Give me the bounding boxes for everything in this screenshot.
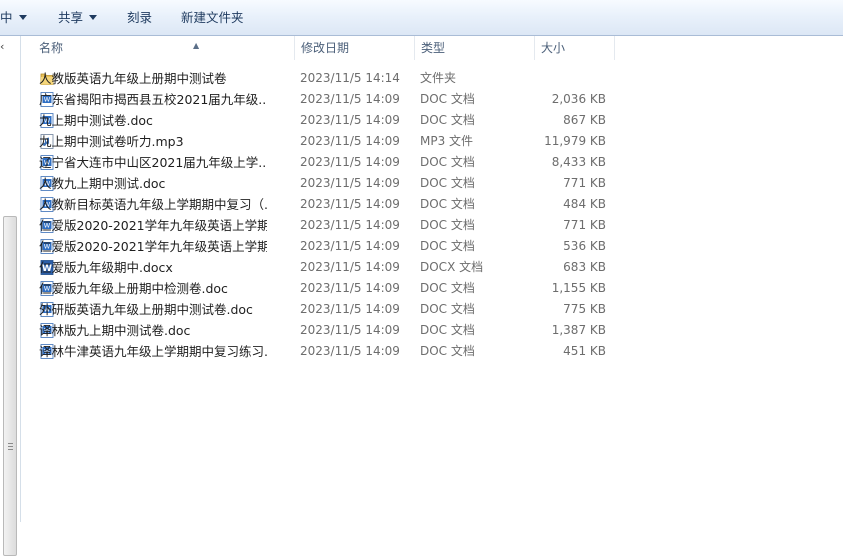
file-row[interactable]: W 译林牛津英语九年级上学期期中复习练习... 2023/11/5 14:09 DOC… <box>21 341 843 362</box>
sort-ascending-icon: ▲ <box>193 41 200 50</box>
file-name: 人教版英语九年级上册期中测试卷 <box>39 71 227 86</box>
file-type: DOC 文档 <box>420 197 475 211</box>
file-modified-date: 2023/11/5 14:09 <box>300 92 400 106</box>
file-size: 775 KB <box>563 302 606 316</box>
file-name: 仁爱版2020-2021学年九年级英语上学期... <box>39 218 267 233</box>
file-row[interactable]: W 外研版英语九年级上册期中测试卷.doc 2023/11/5 14:09 DOC 文… <box>21 299 843 320</box>
file-type: MP3 文件 <box>420 134 474 148</box>
file-type: DOC 文档 <box>420 281 475 295</box>
share-menu-label: 共享 <box>58 10 84 25</box>
file-row[interactable]: W 译林版九上期中测试卷.doc 2023/11/5 14:09 DOC 文档 1,38… <box>21 320 843 341</box>
file-size: 683 KB <box>563 260 606 274</box>
file-name: 广东省揭阳市揭西县五校2021届九年级... <box>39 92 267 107</box>
grip-line <box>8 446 13 447</box>
column-header-size-label: 大小 <box>541 41 566 55</box>
file-modified-date: 2023/11/5 14:09 <box>300 260 400 274</box>
file-modified-date: 2023/11/5 14:09 <box>300 134 400 148</box>
file-type: DOC 文档 <box>420 218 475 232</box>
column-header-type[interactable]: 类型 <box>415 36 535 60</box>
file-type: DOC 文档 <box>420 113 475 127</box>
file-name: 仁爱版2020-2021学年九年级英语上学期... <box>39 239 267 254</box>
column-header-name-label: 名称 <box>39 41 64 55</box>
file-type: DOC 文档 <box>420 92 475 106</box>
file-row[interactable]: W 仁爱版九年级期中.docx 2023/11/5 14:09 DOCX 文档 683 … <box>21 257 843 278</box>
file-size: 867 KB <box>563 113 606 127</box>
file-name: 辽宁省大连市中山区2021届九年级上学... <box>39 155 267 170</box>
grip-line <box>8 443 13 444</box>
column-header-size[interactable]: 大小 <box>535 36 615 60</box>
file-type: DOC 文档 <box>420 239 475 253</box>
file-modified-date: 2023/11/5 14:14 <box>300 71 400 85</box>
file-row[interactable]: W 人教新目标英语九年级上学期期中复习（... 2023/11/5 14:09 DOC… <box>21 194 843 215</box>
file-modified-date: 2023/11/5 14:09 <box>300 176 400 190</box>
file-name: 人教新目标英语九年级上学期期中复习（... <box>39 197 267 212</box>
file-size: 2,036 KB <box>551 92 606 106</box>
file-size: 11,979 KB <box>544 134 606 148</box>
organize-menu-button[interactable]: 中 <box>0 0 27 35</box>
navigation-pane[interactable]: ‹ <box>0 36 21 556</box>
file-type: DOC 文档 <box>420 155 475 169</box>
file-size: 8,433 KB <box>551 155 606 169</box>
file-modified-date: 2023/11/5 14:09 <box>300 155 400 169</box>
file-size: 484 KB <box>563 197 606 211</box>
file-size: 771 KB <box>563 218 606 232</box>
navigation-scrollbar-thumb[interactable] <box>3 216 17 556</box>
file-modified-date: 2023/11/5 14:09 <box>300 302 400 316</box>
new-folder-button[interactable]: 新建文件夹 <box>181 0 244 35</box>
file-list: 人教版英语九年级上册期中测试卷 2023/11/5 14:14 文件夹 W 广东省揭阳市… <box>21 68 843 362</box>
file-name: 外研版英语九年级上册期中测试卷.doc <box>39 302 253 317</box>
file-size: 1,387 KB <box>551 323 606 337</box>
column-header-row: 名称 ▲ 修改日期 类型 大小 <box>21 36 843 60</box>
column-header-name[interactable]: 名称 ▲ <box>33 36 295 60</box>
file-type: DOCX 文档 <box>420 260 484 274</box>
column-header-date-label: 修改日期 <box>301 41 350 55</box>
file-size: 451 KB <box>563 344 606 358</box>
file-type: DOC 文档 <box>420 344 475 358</box>
file-row[interactable]: W 辽宁省大连市中山区2021届九年级上学... 2023/11/5 14:09 DO… <box>21 152 843 173</box>
file-modified-date: 2023/11/5 14:09 <box>300 239 400 253</box>
scroll-up-icon[interactable]: ‹ <box>0 40 4 53</box>
file-size <box>536 68 606 89</box>
file-row[interactable]: W 仁爱版2020-2021学年九年级英语上学期... 2023/11/5 14:0… <box>21 236 843 257</box>
file-name: 仁爱版九年级期中.docx <box>39 260 173 275</box>
file-name: 译林版九上期中测试卷.doc <box>39 323 191 338</box>
file-row[interactable]: W 人教九上期中测试.doc 2023/11/5 14:09 DOC 文档 771 KB <box>21 173 843 194</box>
file-row[interactable]: 人教版英语九年级上册期中测试卷 2023/11/5 14:14 文件夹 <box>21 68 843 89</box>
file-modified-date: 2023/11/5 14:09 <box>300 218 400 232</box>
file-row[interactable]: W 仁爱版九年级上册期中检测卷.doc 2023/11/5 14:09 DOC 文档 1… <box>21 278 843 299</box>
file-row[interactable]: W 广东省揭阳市揭西县五校2021届九年级... 2023/11/5 14:09 DO… <box>21 89 843 110</box>
file-modified-date: 2023/11/5 14:09 <box>300 281 400 295</box>
share-menu-button[interactable]: 共享 <box>58 0 98 35</box>
grip-line <box>8 449 13 450</box>
command-toolbar: 中 共享 刻录 新建文件夹 <box>0 0 843 36</box>
file-name: 译林牛津英语九年级上学期期中复习练习... <box>39 344 267 359</box>
burn-button[interactable]: 刻录 <box>127 0 152 35</box>
file-name: 九上期中测试卷.doc <box>39 113 153 128</box>
file-size: 536 KB <box>563 239 606 253</box>
burn-label: 刻录 <box>127 10 153 25</box>
file-type: DOC 文档 <box>420 323 475 337</box>
column-header-type-label: 类型 <box>421 41 446 55</box>
file-type: DOC 文档 <box>420 302 475 316</box>
new-folder-label: 新建文件夹 <box>181 10 244 25</box>
file-size: 1,155 KB <box>551 281 606 295</box>
file-name: 九上期中测试卷听力.mp3 <box>39 134 184 149</box>
file-modified-date: 2023/11/5 14:09 <box>300 113 400 127</box>
file-modified-date: 2023/11/5 14:09 <box>300 344 400 358</box>
file-modified-date: 2023/11/5 14:09 <box>300 323 400 337</box>
file-name: 人教九上期中测试.doc <box>39 176 166 191</box>
organize-menu-label: 中 <box>0 10 13 25</box>
file-size: 771 KB <box>563 176 606 190</box>
file-row[interactable]: W 九上期中测试卷.doc 2023/11/5 14:09 DOC 文档 867 KB <box>21 110 843 131</box>
column-header-date[interactable]: 修改日期 <box>295 36 415 60</box>
file-type: DOC 文档 <box>420 176 475 190</box>
file-modified-date: 2023/11/5 14:09 <box>300 197 400 211</box>
chevron-down-icon <box>18 15 27 20</box>
file-row[interactable]: W 仁爱版2020-2021学年九年级英语上学期... 2023/11/5 14:0… <box>21 215 843 236</box>
file-row[interactable]: 九上期中测试卷听力.mp3 2023/11/5 14:09 MP3 文件 11,979… <box>21 131 843 152</box>
chevron-down-icon <box>89 15 98 20</box>
file-name: 仁爱版九年级上册期中检测卷.doc <box>39 281 228 296</box>
file-type: 文件夹 <box>420 71 457 85</box>
